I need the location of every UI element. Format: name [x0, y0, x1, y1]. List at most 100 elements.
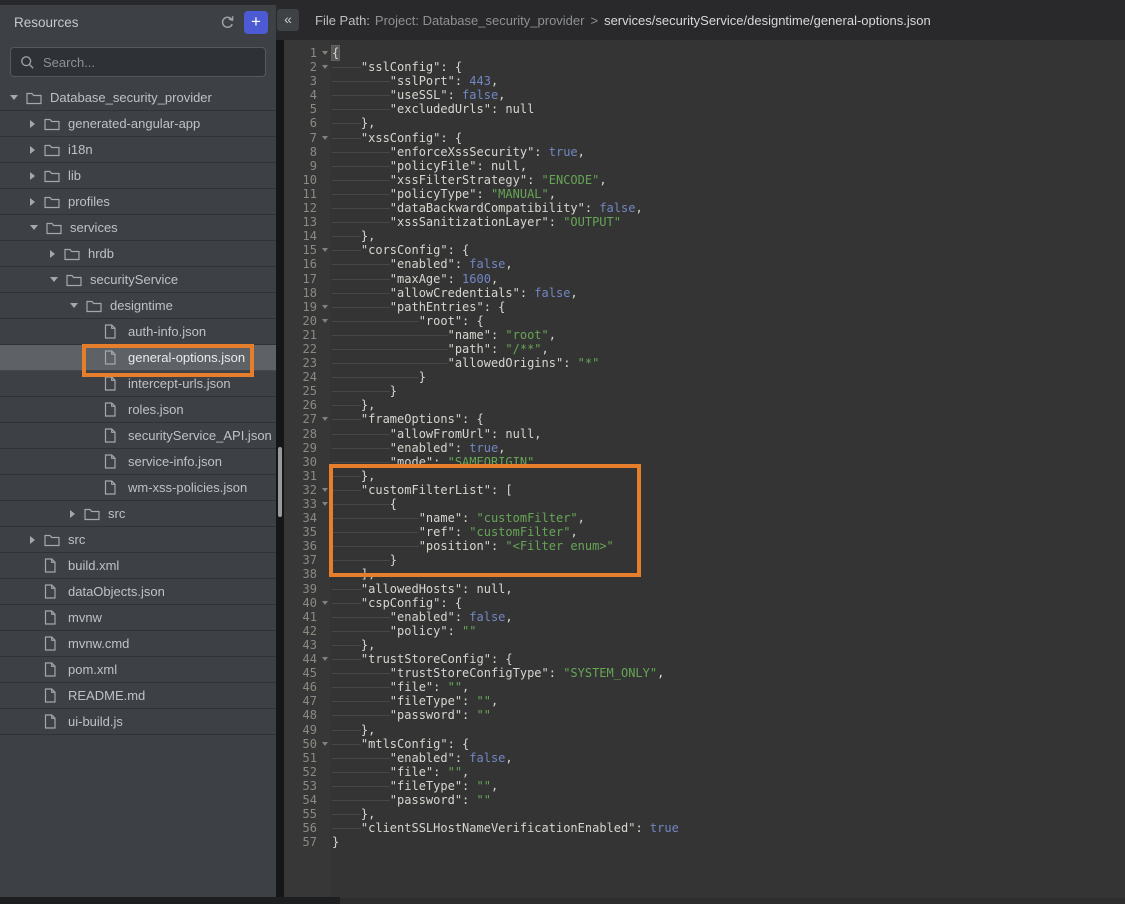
caret-right-icon[interactable]: [50, 250, 56, 258]
fold-icon[interactable]: [322, 319, 328, 323]
code-line-23[interactable]: "allowedOrigins": "*": [332, 356, 1125, 370]
tree-item-dataobjects-json[interactable]: dataObjects.json: [0, 579, 276, 605]
fold-icon[interactable]: [322, 51, 328, 55]
code-line-32[interactable]: "customFilterList": [: [332, 483, 1125, 497]
tree-item-securityservice-api-json[interactable]: securityService_API.json: [0, 423, 276, 449]
code-line-48[interactable]: "password": "": [332, 708, 1125, 722]
tree-item-designtime[interactable]: designtime: [0, 293, 276, 319]
fold-icon[interactable]: [322, 601, 328, 605]
code-line-33[interactable]: {: [332, 497, 1125, 511]
code-line-41[interactable]: "enabled": false,: [332, 610, 1125, 624]
tree-item-readme-md[interactable]: README.md: [0, 683, 276, 709]
code-line-9[interactable]: "policyFile": null,: [332, 159, 1125, 173]
caret-right-icon[interactable]: [70, 510, 76, 518]
code-line-46[interactable]: "file": "",: [332, 680, 1125, 694]
tree-item-build-xml[interactable]: build.xml: [0, 553, 276, 579]
caret-down-icon[interactable]: [30, 225, 38, 230]
tree-item-mvnw[interactable]: mvnw: [0, 605, 276, 631]
caret-down-icon[interactable]: [10, 95, 18, 100]
horizontal-scrollbar-track[interactable]: [0, 897, 340, 904]
refresh-button[interactable]: [218, 14, 236, 32]
fold-icon[interactable]: [322, 248, 328, 252]
tree-item-wm-xss-policies-json[interactable]: wm-xss-policies.json: [0, 475, 276, 501]
code-line-18[interactable]: "allowCredentials": false,: [332, 286, 1125, 300]
code-line-15[interactable]: "corsConfig": {: [332, 243, 1125, 257]
code-line-51[interactable]: "enabled": false,: [332, 751, 1125, 765]
code-line-54[interactable]: "password": "": [332, 793, 1125, 807]
sidebar-scrollbar-thumb[interactable]: [278, 447, 282, 517]
tree-item-ui-build-js[interactable]: ui-build.js: [0, 709, 276, 735]
tree-item-service-info-json[interactable]: service-info.json: [0, 449, 276, 475]
fold-icon[interactable]: [322, 417, 328, 421]
code-line-14[interactable]: },: [332, 229, 1125, 243]
code-line-7[interactable]: "xssConfig": {: [332, 131, 1125, 145]
code-line-5[interactable]: "excludedUrls": null: [332, 102, 1125, 116]
code-line-21[interactable]: "name": "root",: [332, 328, 1125, 342]
caret-down-icon[interactable]: [50, 277, 58, 282]
code-line-37[interactable]: }: [332, 553, 1125, 567]
code-line-25[interactable]: }: [332, 384, 1125, 398]
code-line-19[interactable]: "pathEntries": {: [332, 300, 1125, 314]
code-line-31[interactable]: },: [332, 469, 1125, 483]
tree-item-securityservice[interactable]: securityService: [0, 267, 276, 293]
add-resource-button[interactable]: +: [244, 11, 268, 34]
tree-item-database-security-provider[interactable]: Database_security_provider: [0, 85, 276, 111]
code-line-35[interactable]: "ref": "customFilter",: [332, 525, 1125, 539]
code-line-50[interactable]: "mtlsConfig": {: [332, 737, 1125, 751]
code-line-30[interactable]: "mode": "SAMEORIGIN": [332, 455, 1125, 469]
fold-icon[interactable]: [322, 65, 328, 69]
code-line-3[interactable]: "sslPort": 443,: [332, 74, 1125, 88]
code-line-4[interactable]: "useSSL": false,: [332, 88, 1125, 102]
code-line-40[interactable]: "cspConfig": {: [332, 596, 1125, 610]
tree-item-hrdb[interactable]: hrdb: [0, 241, 276, 267]
code-line-22[interactable]: "path": "/**",: [332, 342, 1125, 356]
code-line-1[interactable]: {: [332, 46, 1125, 60]
code-line-38[interactable]: ],: [332, 567, 1125, 581]
code-line-17[interactable]: "maxAge": 1600,: [332, 272, 1125, 286]
code-line-39[interactable]: "allowedHosts": null,: [332, 582, 1125, 596]
tree-item-roles-json[interactable]: roles.json: [0, 397, 276, 423]
fold-icon[interactable]: [322, 742, 328, 746]
caret-right-icon[interactable]: [30, 172, 36, 180]
code-line-36[interactable]: "position": "<Filter enum>": [332, 539, 1125, 553]
fold-icon[interactable]: [322, 502, 328, 506]
tree-item-src[interactable]: src: [0, 501, 276, 527]
code-line-8[interactable]: "enforceXssSecurity": true,: [332, 145, 1125, 159]
search-input[interactable]: [11, 48, 265, 76]
code-line-34[interactable]: "name": "customFilter",: [332, 511, 1125, 525]
caret-right-icon[interactable]: [30, 146, 36, 154]
code-line-53[interactable]: "fileType": "",: [332, 779, 1125, 793]
code-line-45[interactable]: "trustStoreConfigType": "SYSTEM_ONLY",: [332, 666, 1125, 680]
fold-icon[interactable]: [322, 305, 328, 309]
fold-icon[interactable]: [322, 488, 328, 492]
code-line-26[interactable]: },: [332, 398, 1125, 412]
code-line-55[interactable]: },: [332, 807, 1125, 821]
code-line-57[interactable]: }: [332, 835, 1125, 849]
code-line-24[interactable]: }: [332, 370, 1125, 384]
code-line-13[interactable]: "xssSanitizationLayer": "OUTPUT": [332, 215, 1125, 229]
tree-item-profiles[interactable]: profiles: [0, 189, 276, 215]
code-content[interactable]: { "sslConfig": { "sslPort": 443, "useSSL…: [330, 40, 1125, 897]
tree-item-src[interactable]: src: [0, 527, 276, 553]
tree-item-intercept-urls-json[interactable]: intercept-urls.json: [0, 371, 276, 397]
tree-item-auth-info-json[interactable]: auth-info.json: [0, 319, 276, 345]
tree-item-i18n[interactable]: i18n: [0, 137, 276, 163]
tree-item-lib[interactable]: lib: [0, 163, 276, 189]
collapse-sidebar-button[interactable]: «: [277, 9, 299, 31]
code-line-10[interactable]: "xssFilterStrategy": "ENCODE",: [332, 173, 1125, 187]
code-line-44[interactable]: "trustStoreConfig": {: [332, 652, 1125, 666]
code-line-20[interactable]: "root": {: [332, 314, 1125, 328]
tree-item-mvnw-cmd[interactable]: mvnw.cmd: [0, 631, 276, 657]
code-line-6[interactable]: },: [332, 116, 1125, 130]
code-line-27[interactable]: "frameOptions": {: [332, 412, 1125, 426]
caret-right-icon[interactable]: [30, 536, 36, 544]
code-line-29[interactable]: "enabled": true,: [332, 441, 1125, 455]
fold-icon[interactable]: [322, 136, 328, 140]
code-line-43[interactable]: },: [332, 638, 1125, 652]
fold-icon[interactable]: [322, 657, 328, 661]
code-line-12[interactable]: "dataBackwardCompatibility": false,: [332, 201, 1125, 215]
caret-right-icon[interactable]: [30, 120, 36, 128]
tree-item-general-options-json[interactable]: general-options.json: [0, 345, 276, 371]
code-line-47[interactable]: "fileType": "",: [332, 694, 1125, 708]
code-line-28[interactable]: "allowFromUrl": null,: [332, 427, 1125, 441]
